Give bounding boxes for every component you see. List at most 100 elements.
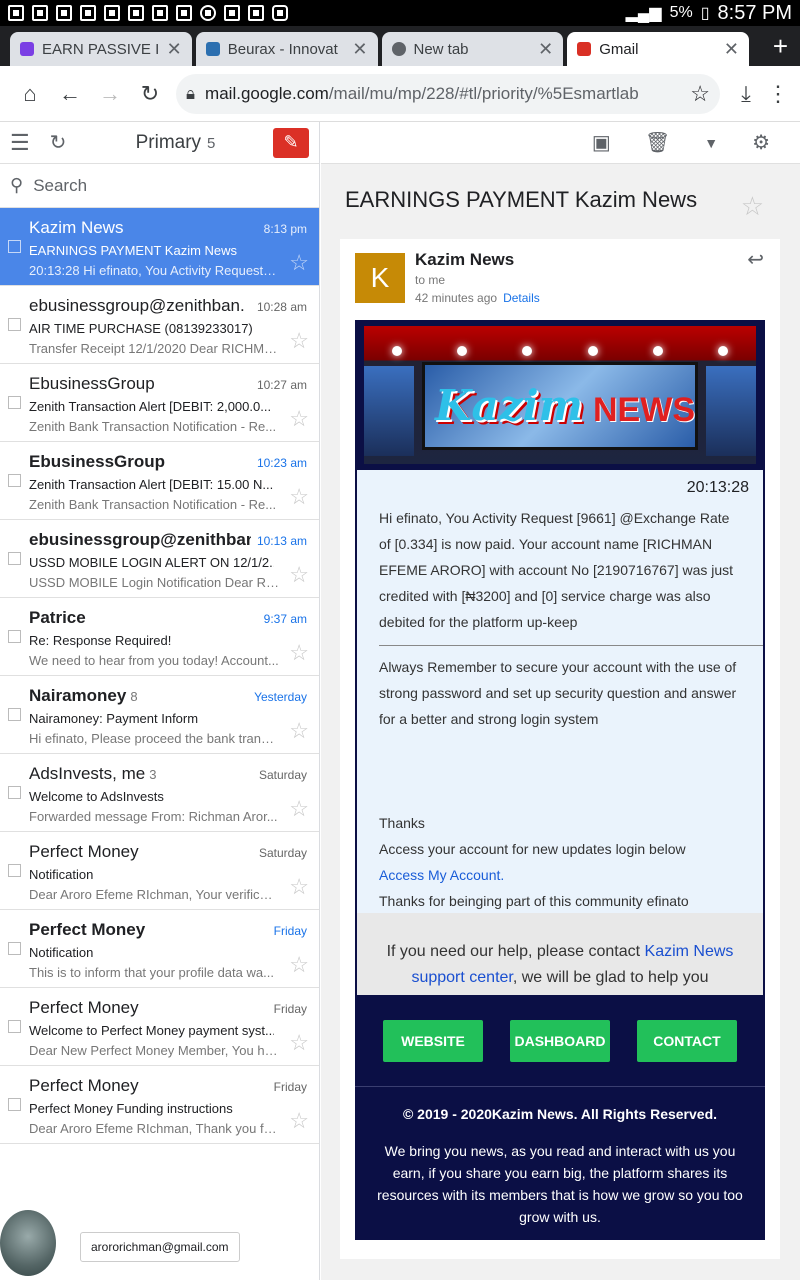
- reload-icon[interactable]: ↻: [130, 74, 170, 114]
- mail-item[interactable]: ebusinessgroup@zenithban. 10:13 am USSD MO…: [0, 520, 319, 598]
- access-account-link[interactable]: Access My Account.: [379, 862, 741, 888]
- mail-snippet: Dear Aroro Efeme RIchman, Your verificat…: [29, 887, 279, 902]
- mail-checkbox[interactable]: [8, 942, 21, 955]
- help-text-pre: If you need our help, please contact: [386, 943, 645, 960]
- close-icon[interactable]: ✕: [538, 39, 553, 60]
- star-icon[interactable]: ☆: [289, 1108, 309, 1134]
- mail-checkbox[interactable]: [8, 396, 21, 409]
- mail-subject: Notification: [29, 945, 94, 960]
- delete-icon[interactable]: 🗑︎: [645, 130, 670, 155]
- mail-item[interactable]: EbusinessGroup 10:23 am Zenith Transaction…: [0, 442, 319, 520]
- tab-earn-passive[interactable]: EARN PASSIVE I ✕: [10, 32, 192, 66]
- mail-subject: Zenith Transaction Alert [DEBIT: 15.00 N…: [29, 477, 274, 492]
- forward-arrow-icon[interactable]: →: [90, 74, 130, 114]
- mail-time: Saturday: [258, 846, 307, 860]
- star-icon[interactable]: ☆: [289, 796, 309, 822]
- mail-sender-name: ebusinessgroup@zenithban.: [29, 296, 245, 315]
- home-icon[interactable]: ⌂: [10, 74, 50, 114]
- mail-sender: Kazim News: [29, 218, 258, 238]
- mail-item[interactable]: EbusinessGroup 10:27 am Zenith Transaction…: [0, 364, 319, 442]
- newsletter-body: 20:13:28 Hi efinato, You Activity Reques…: [357, 470, 763, 913]
- mail-header-row: AdsInvests, me 3 Saturday: [29, 764, 307, 784]
- star-icon[interactable]: ☆: [289, 406, 309, 432]
- mail-list: Kazim News 8:13 pm EARNINGS PAYMENT Kazim …: [0, 208, 319, 1144]
- dashboard-button[interactable]: DASHBOARD: [510, 1020, 610, 1062]
- mail-checkbox[interactable]: [8, 474, 21, 487]
- hamburger-menu-icon[interactable]: ☰: [10, 130, 38, 156]
- mail-item[interactable]: Perfect Money Friday Perfect Money Funding…: [0, 1066, 319, 1144]
- mail-item[interactable]: ebusinessgroup@zenithban. 10:28 am AIR TIM…: [0, 286, 319, 364]
- mail-subject: Zenith Transaction Alert [DEBIT: 2,000.0…: [29, 399, 272, 414]
- dropdown-caret-icon[interactable]: ▼: [704, 135, 718, 151]
- gmail-icon: [577, 42, 592, 56]
- star-icon[interactable]: ☆: [289, 874, 309, 900]
- star-icon[interactable]: ☆: [741, 191, 764, 222]
- help-text-post: , we will be glad to help you: [512, 969, 709, 986]
- new-tab-plus-icon[interactable]: +: [761, 31, 800, 62]
- tab-title: EARN PASSIVE I: [42, 40, 160, 58]
- status-right: ▂▄▆ 5% ▯ 8:57 PM: [626, 2, 792, 25]
- star-icon[interactable]: ☆: [289, 1030, 309, 1056]
- star-icon[interactable]: ☆: [289, 484, 309, 510]
- mail-snippet: We need to hear from you today! Account.…: [29, 653, 279, 668]
- folder-title[interactable]: Primary 5: [78, 132, 273, 154]
- mail-time: 8:13 pm: [263, 222, 307, 236]
- refresh-icon[interactable]: ↻: [38, 130, 78, 155]
- account-avatar[interactable]: [0, 1210, 56, 1276]
- search-field[interactable]: ⚲ Search: [0, 164, 319, 208]
- url-path: /mail/mu/mp/228/#tl/priority/%5Esmartlab: [328, 83, 639, 103]
- close-icon[interactable]: ✕: [167, 39, 182, 60]
- mail-checkbox[interactable]: [8, 1098, 21, 1111]
- reply-icon[interactable]: ↩: [747, 247, 764, 272]
- mail-checkbox[interactable]: [8, 864, 21, 877]
- details-link[interactable]: Details: [503, 291, 540, 305]
- mail-checkbox[interactable]: [8, 318, 21, 331]
- close-icon[interactable]: ✕: [724, 39, 739, 60]
- tab-new-tab[interactable]: New tab ✕: [381, 32, 564, 66]
- message-age: 42 minutes ago: [415, 291, 498, 305]
- contact-button[interactable]: CONTACT: [637, 1020, 737, 1062]
- thanks-line: Thanks: [379, 815, 425, 831]
- bookmark-star-icon[interactable]: ☆: [690, 81, 710, 107]
- tab-title: New tab: [413, 40, 469, 58]
- mail-item[interactable]: Patrice 9:37 am Re: Response Required! We n…: [0, 598, 319, 676]
- mail-checkbox[interactable]: [8, 1020, 21, 1033]
- subject-bar: EARNINGS PAYMENT Kazim News ☆: [321, 165, 800, 235]
- close-icon[interactable]: ✕: [352, 39, 367, 60]
- tab-beurax[interactable]: Beurax - Innovat ✕: [195, 32, 378, 66]
- mail-item[interactable]: Perfect Money Friday Notification This is t…: [0, 910, 319, 988]
- mail-checkbox[interactable]: [8, 786, 21, 799]
- website-button[interactable]: WEBSITE: [383, 1020, 483, 1062]
- mail-subject: Perfect Money Funding instructions: [29, 1101, 233, 1116]
- mail-item[interactable]: Perfect Money Friday Welcome to Perfect Mo…: [0, 988, 319, 1066]
- mail-checkbox[interactable]: [8, 708, 21, 721]
- mail-item[interactable]: AdsInvests, me 3 Saturday Welcome to AdsInv…: [0, 754, 319, 832]
- settings-gear-icon[interactable]: ⚙: [752, 130, 770, 155]
- mail-time: Yesterday: [254, 690, 307, 704]
- footer-divider: [355, 1086, 765, 1087]
- star-icon[interactable]: ☆: [289, 328, 309, 354]
- url-field[interactable]: 🔒︎ mail.google.com/mail/mu/mp/228/#tl/pr…: [176, 73, 720, 114]
- mail-checkbox[interactable]: [8, 630, 21, 643]
- archive-icon[interactable]: ▣: [592, 130, 611, 155]
- compose-button[interactable]: ✎: [273, 127, 309, 158]
- account-email[interactable]: arororichman@gmail.com: [80, 1232, 240, 1262]
- star-icon[interactable]: ☆: [289, 562, 309, 588]
- mail-item[interactable]: Nairamoney 8 Yesterday Nairamoney: Payment …: [0, 676, 319, 754]
- kazim-news-banner: Kazim NEWS: [364, 326, 756, 464]
- more-menu-icon[interactable]: ⋮: [766, 74, 790, 114]
- download-icon[interactable]: ⤓: [726, 74, 766, 114]
- mail-checkbox[interactable]: [8, 240, 21, 253]
- tab-gmail[interactable]: Gmail ✕: [567, 32, 749, 66]
- back-arrow-icon[interactable]: ←: [50, 74, 90, 114]
- star-icon[interactable]: ☆: [289, 718, 309, 744]
- message-subject: EARNINGS PAYMENT Kazim News: [345, 187, 698, 212]
- message-card: K Kazim News to me 42 minutes ago Details…: [340, 239, 780, 1259]
- mail-sender-name: EbusinessGroup: [29, 374, 155, 393]
- star-icon[interactable]: ☆: [289, 250, 309, 276]
- mail-checkbox[interactable]: [8, 552, 21, 565]
- mail-item[interactable]: Kazim News 8:13 pm EARNINGS PAYMENT Kazim …: [0, 208, 319, 286]
- mail-item[interactable]: Perfect Money Saturday Notification Dear Ar…: [0, 832, 319, 910]
- star-icon[interactable]: ☆: [289, 640, 309, 666]
- star-icon[interactable]: ☆: [289, 952, 309, 978]
